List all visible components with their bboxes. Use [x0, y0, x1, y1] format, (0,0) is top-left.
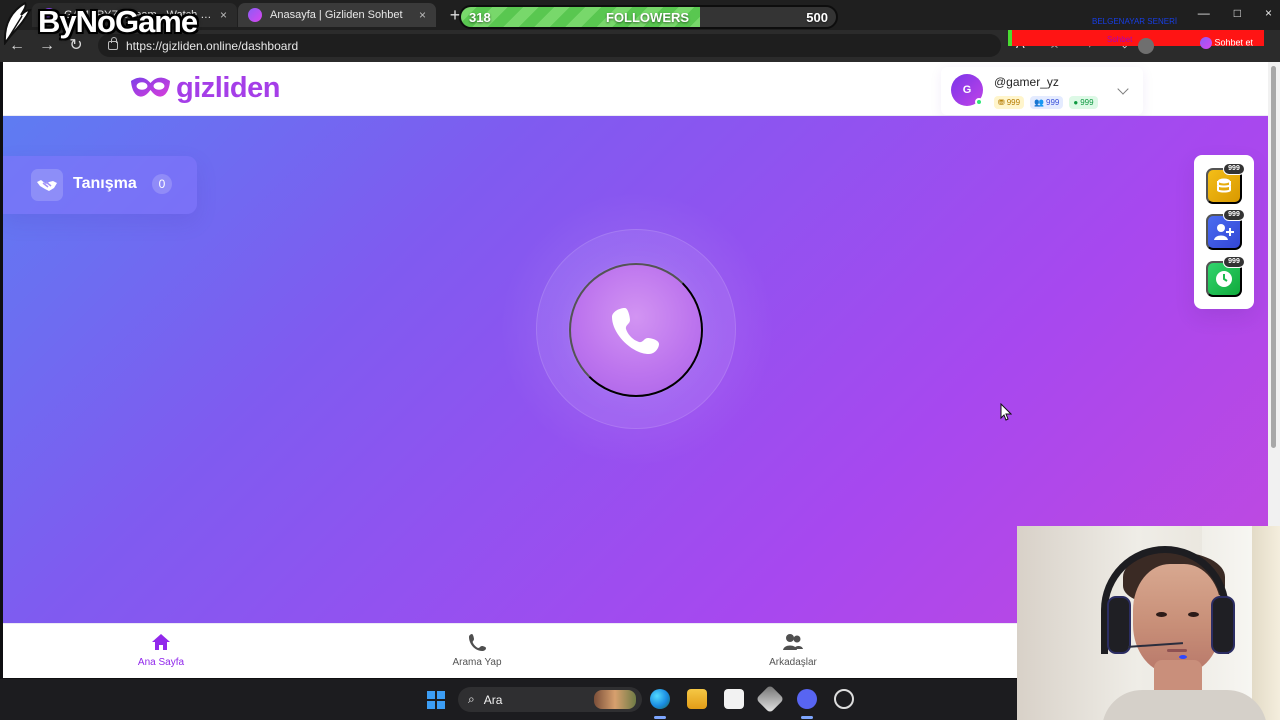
user-stats: ⛃ 999 👥 999 ● 999 [994, 96, 1098, 109]
time-badge: 999 [1223, 256, 1245, 268]
obs-taskbar-icon[interactable] [834, 689, 854, 709]
search-highlight-image [594, 690, 636, 709]
friend-count: 999 [1046, 98, 1060, 107]
add-friend-icon: 👥 [1034, 98, 1045, 107]
buy-coins-button[interactable]: 999 [1206, 163, 1245, 204]
right-eye [1188, 612, 1199, 617]
url-bar[interactable]: https://gizliden.online/dashboard [98, 34, 1001, 57]
headset-right-earcup [1211, 596, 1235, 654]
close-tab-icon[interactable]: × [419, 8, 426, 22]
taskbar-search-placeholder: Ara [483, 692, 503, 707]
stream-overlay-ticker-primary: BELGENAYAR SENERİ [1092, 17, 1178, 26]
home-icon [152, 634, 170, 650]
taskbar-search[interactable]: ⌕ Ara [458, 687, 642, 712]
start-call-button[interactable] [569, 263, 703, 397]
coins-badge: 999 [1223, 163, 1245, 175]
coin-balance: 999 [1006, 98, 1021, 107]
window-controls: — □ × [1198, 6, 1272, 20]
online-status-icon [975, 98, 983, 106]
coins-icon [1217, 178, 1231, 193]
followers-goal: 500 [806, 10, 828, 25]
nav-home-label: Ana Sayfa [137, 657, 185, 668]
mask-logo-icon [131, 77, 170, 97]
time-button[interactable]: 999 [1206, 256, 1245, 297]
stream-logo-text: ByNoGame [38, 4, 198, 39]
clock-icon [1216, 271, 1232, 287]
gizliden-favicon-icon [248, 8, 262, 22]
app-header: gizliden G @gamer_yz ⛃ 999 👥 999 ● 999 [3, 62, 1268, 116]
edge-active-indicator [654, 716, 666, 719]
background-curtain [1252, 526, 1280, 720]
stream-logo: ByNoGame [2, 0, 222, 54]
friends-icon [783, 634, 803, 650]
followers-label: FOLLOWERS [606, 10, 690, 25]
discord-active-indicator [801, 716, 813, 719]
clock-icon: ● [1073, 98, 1079, 107]
mini-chat-pill[interactable]: Sohbet et [1200, 37, 1270, 53]
time-balance-badge: ● 999 [1069, 96, 1098, 109]
profile-menu[interactable]: G @gamer_yz ⛃ 999 👥 999 ● 999 [941, 67, 1143, 115]
nav-call-label: Arama Yap [452, 657, 502, 668]
restore-icon[interactable]: □ [1234, 6, 1241, 20]
minimize-icon[interactable]: — [1198, 6, 1210, 20]
close-window-icon[interactable]: × [1265, 6, 1272, 20]
chat-avatar-icon [1200, 37, 1212, 49]
windows-taskbar: ⌕ Ara [0, 679, 1017, 720]
discord-taskbar-icon[interactable] [797, 689, 817, 709]
windows-start-icon[interactable] [426, 690, 446, 710]
introductions-button[interactable]: Tanışma 0 [3, 156, 197, 214]
followers-current: 318 [469, 10, 491, 25]
scroll-thumb[interactable] [1271, 66, 1276, 448]
stream-overlay-ticker-secondary: Sohbet [1107, 35, 1133, 44]
mini-chat-label: Sohbet et [1214, 37, 1254, 48]
nav-friends-label: Arkadaşlar [769, 657, 817, 668]
followers-goal-widget: 318 FOLLOWERS 500 [459, 5, 838, 29]
feather-icon [3, 2, 32, 45]
phone-icon [612, 308, 659, 354]
chevron-down-icon[interactable] [1117, 83, 1129, 95]
username: @gamer_yz [994, 75, 1059, 89]
phone-icon [469, 634, 486, 651]
browser-profile-avatar[interactable] [1138, 38, 1154, 54]
edge-taskbar-icon[interactable] [650, 689, 670, 709]
quick-actions-panel: 999 999 999 [1194, 155, 1254, 309]
nav-friends[interactable]: Arkadaşlar [733, 632, 853, 674]
add-friend-icon [1214, 224, 1234, 240]
handshake-icon [31, 169, 63, 201]
friends-badge: 999 [1223, 209, 1245, 221]
search-icon: ⌕ [468, 692, 475, 706]
nav-call[interactable]: Arama Yap [417, 632, 537, 674]
coin-balance-badge: ⛃ 999 [994, 96, 1025, 109]
tab-gizliden-home[interactable]: Anasayfa | Gizliden Sohbet × [238, 3, 436, 27]
streamer-shirt [1102, 690, 1267, 720]
introductions-label: Tanışma [73, 175, 137, 192]
mouse-cursor-icon [1000, 403, 1012, 421]
nav-home[interactable]: Ana Sayfa [101, 632, 221, 674]
time-balance: 999 [1080, 98, 1094, 107]
store-taskbar-icon[interactable] [724, 689, 744, 709]
mic-light [1179, 655, 1187, 659]
file-explorer-taskbar-icon[interactable] [687, 689, 707, 709]
developer-tool-taskbar-icon[interactable] [755, 684, 785, 714]
brand-name: gizliden [176, 71, 280, 104]
coins-icon: ⛃ [998, 98, 1005, 107]
tab-title: Anasayfa | Gizliden Sohbet [270, 9, 403, 21]
add-friend-button[interactable]: 999 [1206, 209, 1245, 250]
friend-count-badge: 👥 999 [1030, 96, 1064, 109]
left-eye [1156, 612, 1167, 617]
introductions-count: 0 [152, 174, 172, 194]
brand-logo[interactable]: gizliden [129, 71, 280, 104]
mouth [1167, 649, 1187, 652]
webcam-overlay [1017, 526, 1280, 720]
